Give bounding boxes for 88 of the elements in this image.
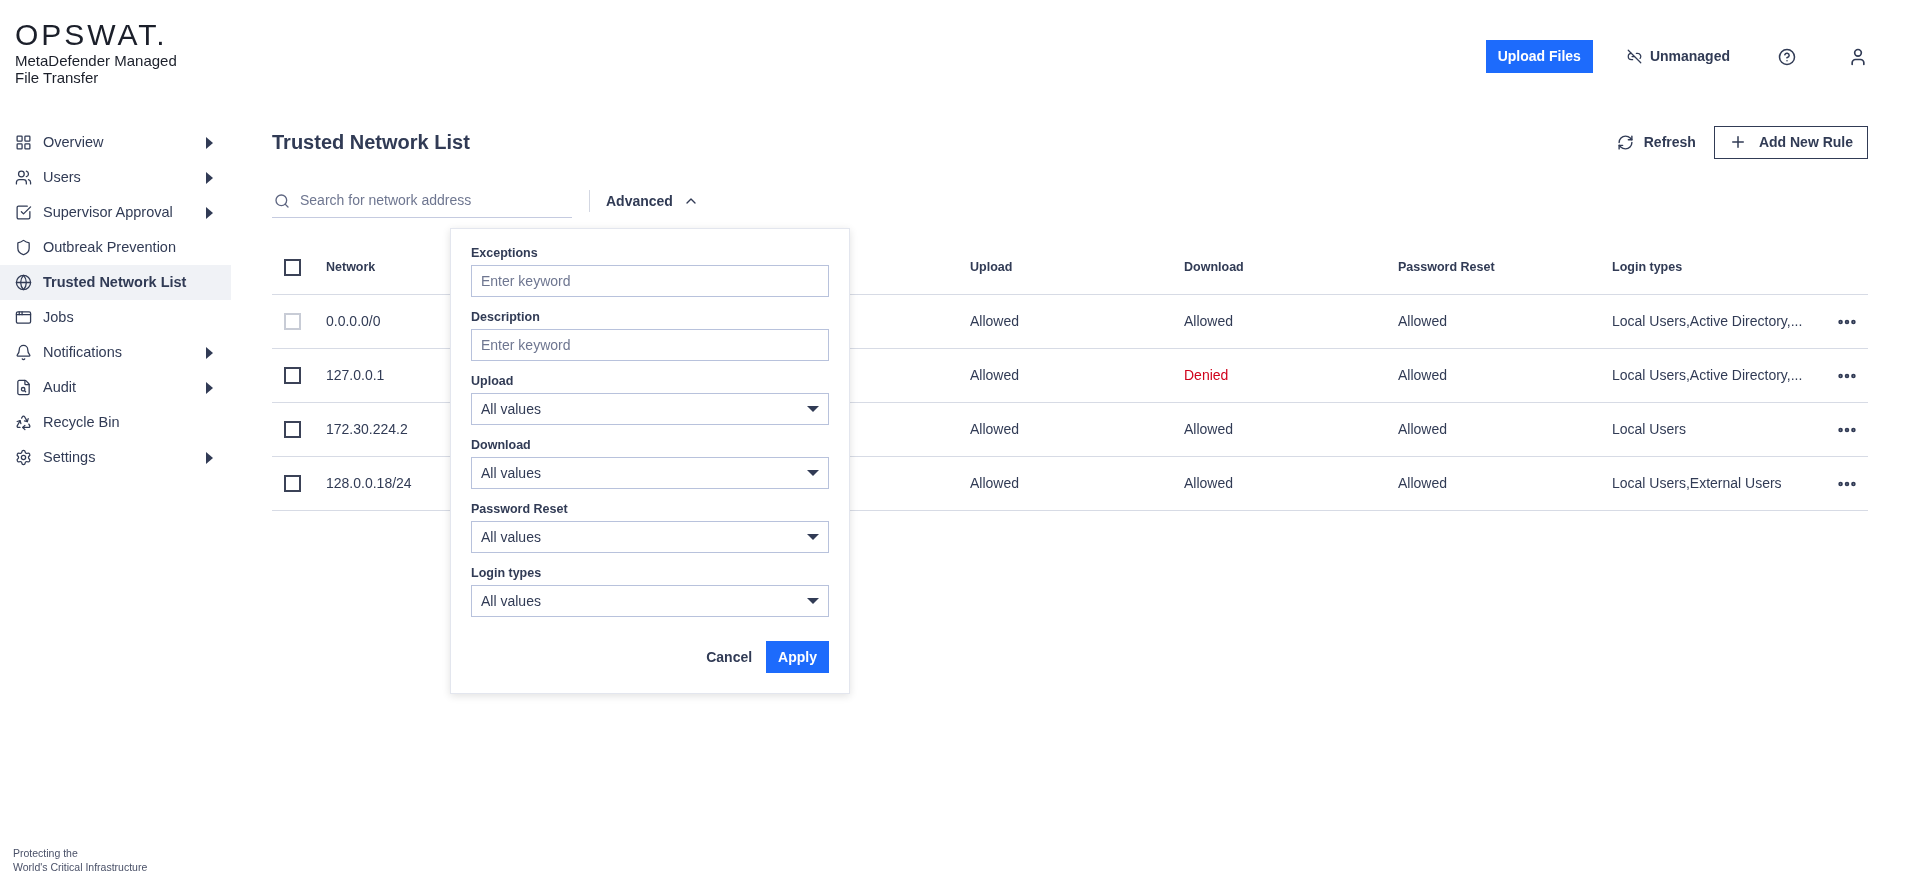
search-field[interactable]: Search for network address bbox=[300, 190, 570, 211]
keyword-field[interactable]: Enter keyword bbox=[471, 265, 829, 297]
dropdown-arrow-icon bbox=[807, 534, 819, 540]
column-header: Password Reset bbox=[1398, 258, 1496, 276]
checkbox[interactable] bbox=[284, 258, 301, 276]
caret-icon bbox=[206, 136, 213, 149]
sidebar-item[interactable]: Users bbox=[0, 160, 231, 195]
table-cell-text: Allowed bbox=[1184, 420, 1235, 439]
upload-files-button[interactable]: Upload Files bbox=[1485, 40, 1593, 73]
sidebar-item[interactable]: Trusted Network List bbox=[0, 265, 231, 300]
settings-icon bbox=[15, 449, 32, 466]
column-header: Network bbox=[326, 259, 376, 274]
table-cell-text: Denied bbox=[1184, 366, 1230, 385]
sidebar-item[interactable]: Outbreak Prevention bbox=[0, 230, 231, 265]
sidebar-item[interactable]: Jobs bbox=[0, 300, 231, 335]
broken-link-icon bbox=[1626, 49, 1642, 64]
window-icon bbox=[15, 309, 32, 326]
select-dropdown[interactable]: All values bbox=[471, 521, 829, 553]
apply-button[interactable]: Apply bbox=[766, 641, 829, 673]
product-name: MetaDefender Managed File Transfer bbox=[15, 52, 178, 86]
document-search-icon bbox=[15, 379, 32, 396]
table-cell-text: Allowed bbox=[1184, 312, 1235, 331]
advanced-button[interactable]: Advanced bbox=[606, 190, 699, 212]
grid-icon bbox=[15, 134, 32, 151]
help-icon[interactable] bbox=[1778, 48, 1796, 66]
table-cell-text: Allowed bbox=[970, 312, 1021, 331]
table-cell-text: Allowed bbox=[1398, 474, 1449, 493]
dropdown-arrow-icon bbox=[807, 406, 819, 412]
table-cell-text: Local Users,External Users bbox=[1612, 474, 1783, 493]
table-cell-text: Allowed bbox=[970, 420, 1021, 439]
page-title: Trusted Network List bbox=[272, 130, 470, 155]
tagline: Protecting the World's Critical Infrastructure bbox=[12, 846, 149, 875]
bell-icon bbox=[15, 344, 32, 361]
caret-icon bbox=[206, 451, 213, 464]
caret-icon bbox=[206, 346, 213, 359]
field-label: Login types bbox=[471, 565, 543, 581]
table-cell-text: Allowed bbox=[1398, 312, 1449, 331]
sidebar-item[interactable]: Recycle Bin bbox=[0, 405, 231, 440]
column-header: Upload bbox=[970, 258, 1014, 276]
keyword-field[interactable]: Enter keyword bbox=[471, 329, 829, 361]
caret-icon bbox=[206, 206, 213, 219]
table-cell-text: Allowed bbox=[970, 366, 1021, 385]
search-icon bbox=[274, 192, 290, 209]
checkbox[interactable] bbox=[284, 475, 301, 492]
select-dropdown[interactable]: All values bbox=[471, 457, 829, 489]
sidebar-item[interactable]: Audit bbox=[0, 370, 231, 405]
checkbox[interactable] bbox=[284, 421, 301, 438]
select-dropdown[interactable]: All values bbox=[471, 393, 829, 425]
field-label: Description bbox=[471, 309, 541, 325]
logo: OPSWAT. bbox=[15, 18, 169, 52]
shield-icon bbox=[15, 239, 32, 256]
cancel-button[interactable]: Cancel bbox=[704, 641, 755, 673]
unmanaged-button[interactable]: Unmanaged bbox=[1626, 40, 1730, 73]
column-header: Login types bbox=[1612, 258, 1684, 276]
sidebar-item[interactable]: Overview bbox=[0, 125, 231, 160]
field-label: Upload bbox=[471, 373, 515, 389]
dropdown-arrow-icon bbox=[807, 598, 819, 604]
users-icon bbox=[15, 169, 32, 186]
globe-icon bbox=[15, 274, 32, 291]
recycle-icon bbox=[15, 414, 32, 431]
table-cell: 128.0.0.18/24 bbox=[326, 475, 412, 491]
refresh-icon bbox=[1616, 133, 1634, 151]
table-cell-text: Local Users,Active Directory,... bbox=[1612, 366, 1804, 385]
caret-icon bbox=[206, 381, 213, 394]
table-cell-text: Allowed bbox=[1184, 474, 1235, 493]
sidebar-item[interactable]: Supervisor Approval bbox=[0, 195, 231, 230]
sidebar-item[interactable]: Settings bbox=[0, 440, 231, 475]
select-dropdown[interactable]: All values bbox=[471, 585, 829, 617]
sidebar-item[interactable]: Notifications bbox=[0, 335, 231, 370]
caret-icon bbox=[206, 171, 213, 184]
dropdown-arrow-icon bbox=[807, 470, 819, 476]
checkbox[interactable] bbox=[284, 367, 301, 384]
user-icon[interactable] bbox=[1848, 47, 1868, 67]
field-label: Download bbox=[471, 437, 532, 453]
refresh-button[interactable]: Refresh bbox=[1612, 125, 1700, 159]
table-cell-text: Allowed bbox=[1398, 420, 1449, 439]
table-cell-text: Allowed bbox=[970, 474, 1021, 493]
table-cell-text: Local Users,Active Directory,... bbox=[1612, 312, 1804, 331]
table-cell: 0.0.0.0/0 bbox=[326, 313, 381, 329]
table-cell-text: Local Users bbox=[1612, 420, 1687, 439]
table-cell: 172.30.224.2 bbox=[326, 421, 408, 437]
add-new-rule-button[interactable]: Add New Rule bbox=[1713, 125, 1868, 159]
checked-box-icon bbox=[15, 204, 32, 221]
table-cell: 127.0.0.1 bbox=[326, 367, 385, 383]
field-label: Password Reset bbox=[471, 501, 569, 517]
table-cell-text: Allowed bbox=[1398, 366, 1449, 385]
column-header: Download bbox=[1184, 258, 1245, 276]
field-label: Exceptions bbox=[471, 245, 539, 261]
